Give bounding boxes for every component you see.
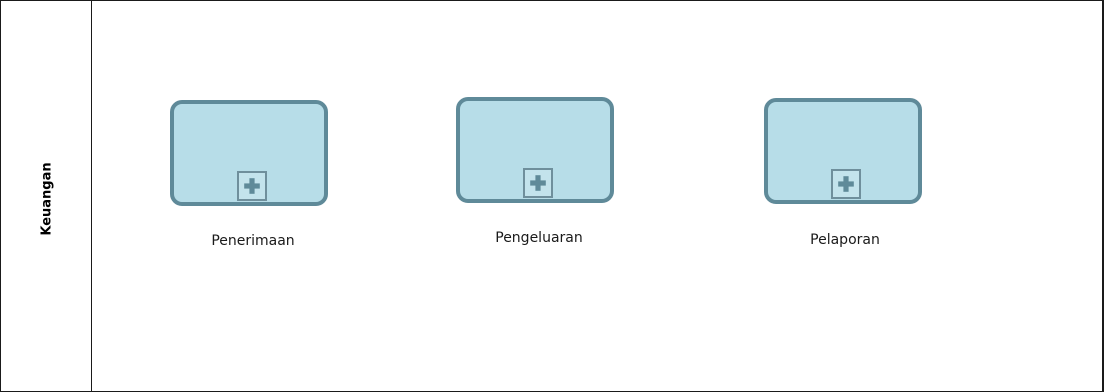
- subprocess-pelaporan[interactable]: [764, 98, 922, 204]
- subprocess-pengeluaran[interactable]: [456, 97, 614, 203]
- lane-label: Keuangan: [39, 162, 55, 236]
- plus-icon[interactable]: [523, 168, 553, 198]
- subprocess-penerimaan[interactable]: [170, 100, 328, 206]
- subprocess-label-pelaporan: Pelaporan: [810, 232, 880, 248]
- subprocess-label-penerimaan: Penerimaan: [211, 233, 295, 249]
- plus-icon[interactable]: [237, 171, 267, 201]
- subprocess-label-pengeluaran: Pengeluaran: [495, 230, 583, 246]
- lane-header[interactable]: Keuangan: [1, 1, 92, 391]
- plus-icon[interactable]: [831, 169, 861, 199]
